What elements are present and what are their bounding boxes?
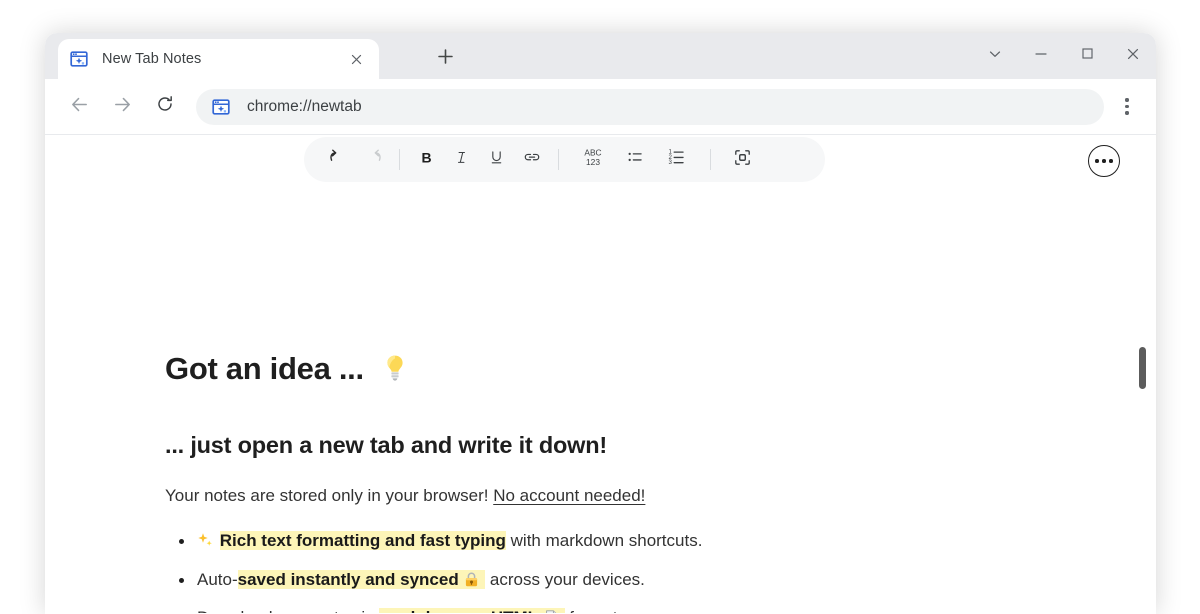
undo-button[interactable] [320,142,355,177]
close-icon [1125,46,1141,67]
window-controls [972,33,1156,79]
numbered-list-button[interactable]: 1 2 3 [659,142,694,177]
new-tab-button[interactable] [432,46,458,72]
bullet-list-icon [624,146,646,173]
close-icon[interactable] [345,48,367,70]
address-bar-url: chrome://newtab [247,97,362,115]
list-item: Rich text formatting and fast typing wit… [179,530,1095,555]
underline-icon [486,147,507,173]
arrow-left-icon [69,94,90,120]
link-icon [521,146,543,173]
back-button[interactable] [61,89,97,125]
focus-button[interactable] [725,142,760,177]
bullet-3-seg-4: format. [565,608,622,613]
close-window-button[interactable] [1110,33,1156,79]
chevron-down-icon [987,46,1003,67]
minimize-icon [1033,46,1049,67]
maximize-button[interactable] [1064,33,1110,79]
bullet-3-emoji-wrap [538,607,565,613]
page-title-text: Got an idea ... [165,351,364,386]
editor-toolbar: B ABC 123 1 2 3 [304,137,825,182]
page-title: Got an idea ... [165,350,1095,387]
focus-mode-icon [731,146,754,174]
sparkles-emoji [197,533,218,552]
svg-text:123: 123 [586,157,600,167]
bullet-2-seg-4: across your devices. [485,570,645,590]
no-account-link[interactable]: No account needed! [493,486,645,505]
abc-123-icon: ABC 123 [578,145,608,174]
bullet-3-seg-1: Download your notes in [197,608,379,613]
svg-text:ABC: ABC [584,148,601,158]
intro-paragraph: Your notes are stored only in your brows… [165,485,1095,508]
case-button[interactable]: ABC 123 [575,142,610,177]
address-bar[interactable]: chrome://newtab [196,88,1104,125]
plus-icon [436,47,455,71]
window-sparkle-icon [70,50,88,68]
screenshot-root: New Tab Notes chrome://newtab B ABC 123 … [0,0,1200,614]
bullet-1-seg-2: and [380,531,420,551]
bullet-1-seg-3: fast typing [419,531,506,551]
page-facing-up-emoji [543,609,560,613]
minimize-button[interactable] [1018,33,1064,79]
bullet-1-seg-1: Rich text formatting [219,531,381,551]
light-bulb-emoji [384,353,406,381]
redo-icon [362,146,384,173]
bullet-1-seg-4: with markdown shortcuts. [505,531,703,551]
bullet-2-seg-1: Auto- [197,570,238,590]
bold-button[interactable]: B [409,142,444,177]
redo-button[interactable] [355,142,390,177]
bold-icon: B [416,147,437,173]
kebab-menu-icon[interactable] [1110,90,1144,124]
link-button[interactable] [514,142,549,177]
browser-window: New Tab Notes chrome://newtab B ABC 123 … [45,33,1156,614]
svg-text:3: 3 [668,159,672,166]
page-scrollbar[interactable] [1136,135,1150,613]
bullet-list-button[interactable] [617,142,652,177]
toolbar-divider [710,149,711,170]
numbered-list-icon: 1 2 3 [665,146,688,174]
window-sparkle-icon [212,98,230,116]
feature-list: Rich text formatting and fast typing wit… [165,530,1095,613]
scrollbar-thumb[interactable] [1139,347,1146,389]
italic-button[interactable] [444,142,479,177]
bullet-3-seg-2: markdown or HTML [379,607,539,613]
svg-text:B: B [421,149,431,165]
more-horizontal-circle-icon[interactable] [1088,145,1120,177]
forward-button[interactable] [104,89,140,125]
browser-toolbar: chrome://newtab [45,79,1156,135]
reload-icon [155,94,175,119]
locked-with-key-emoji [463,571,480,588]
toolbar-divider [558,149,559,170]
intro-text: Your notes are stored only in your brows… [165,486,494,506]
tab-title: New Tab Notes [102,51,202,67]
page-subtitle: ... just open a new tab and write it dow… [165,432,608,459]
list-item: Download your notes in markdown or HTML … [197,607,1095,613]
maximize-icon [1080,46,1095,66]
toolbar-divider [399,149,400,170]
tab-strip: New Tab Notes [45,33,1156,79]
tab-search-button[interactable] [972,33,1018,79]
undo-icon [327,146,349,173]
arrow-right-icon [112,94,133,120]
page-content: B ABC 123 1 2 3 Got an idea ... ... just… [45,135,1156,613]
bullet-2-emoji-wrap [458,570,486,590]
italic-icon [451,147,472,173]
bullet-2-seg-2: saved instantly and synced [237,570,459,590]
note-document[interactable]: Got an idea ... ... just open a new tab … [165,350,1095,613]
reload-button[interactable] [147,89,183,125]
tab-new-tab-notes[interactable]: New Tab Notes [58,39,379,79]
underline-button[interactable] [479,142,514,177]
list-item: Auto-saved instantly and synced across y… [179,569,1095,592]
